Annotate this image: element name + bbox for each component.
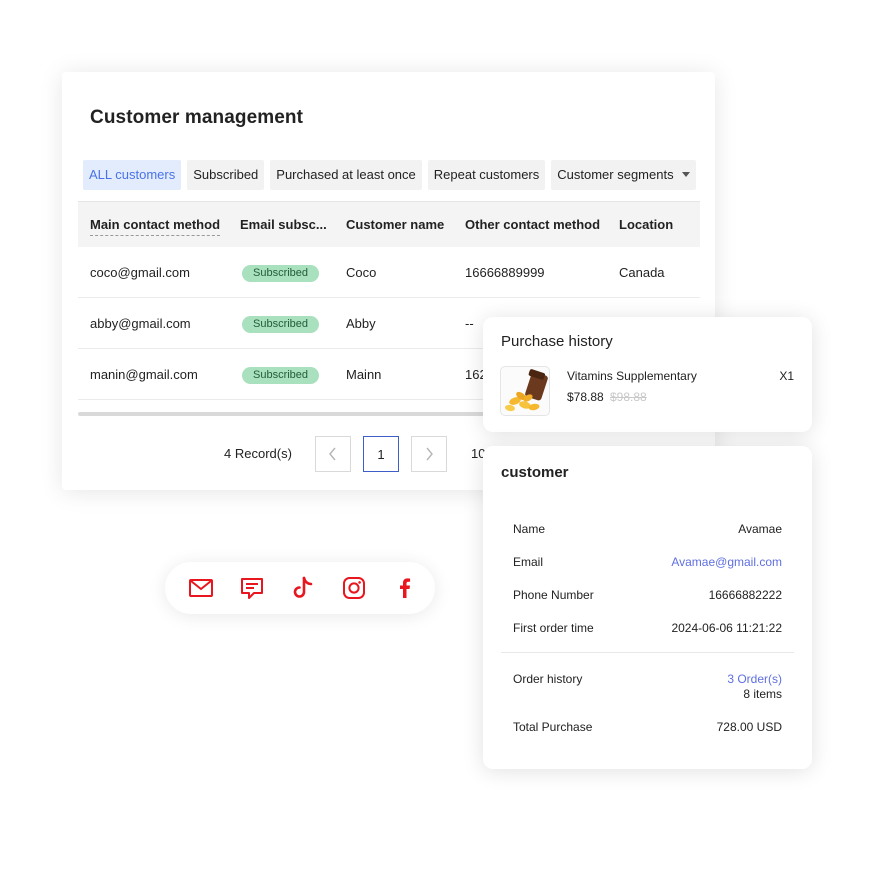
vitamin-bottle-image [505,369,548,412]
order-items-count: 8 items [743,687,782,701]
tab-subscribed[interactable]: Subscribed [187,160,265,190]
cell-contact: manin@gmail.com [90,367,198,382]
column-header-email-subscription: Email subsc... [240,217,327,232]
column-header-other-contact: Other contact method [465,217,601,232]
prev-page-button[interactable] [315,436,351,472]
status-badge: Subscribed [242,265,320,283]
total-purchase-value: 728.00 USD [716,720,782,734]
sms-icon[interactable] [239,575,265,601]
product-thumbnail [500,366,550,416]
column-header-main-contact-label: Main contact method [90,217,221,236]
phone-value: 16666882222 [708,588,782,602]
tiktok-icon[interactable] [290,575,316,601]
email-label: Email [513,555,544,569]
column-header-main-contact[interactable]: Main contact method [90,202,221,248]
email-icon[interactable] [188,575,214,601]
total-purchase-label: Total Purchase [513,720,593,734]
tab-repeat-customers[interactable]: Repeat customers [427,160,546,190]
customer-detail-card: customer Name Avamae Email Avamae@gmail.… [483,446,812,769]
caret-down-icon [681,172,690,178]
product-price: $78.88 [567,390,604,404]
cell-name: Mainn [346,367,382,382]
page-title: Customer management [90,107,304,128]
record-count: 4 Record(s) [224,446,292,461]
cell-contact: coco@gmail.com [90,265,190,280]
cell-subscription: Subscribed [242,247,320,298]
contact-channels-bar [165,562,435,614]
customer-filter-tabs: ALL customers Subscribed Purchased at le… [83,160,702,190]
tab-customer-segments-label: Customer segments [557,167,674,182]
cell-contact: abby@gmail.com [90,316,191,331]
cell-name: Abby [346,316,376,331]
product-original-price: $98.88 [610,390,647,404]
first-order-label: First order time [513,621,594,635]
product-name: Vitamins Supplementary [567,369,697,383]
cell-name: Coco [346,265,377,280]
tab-purchased-once[interactable]: Purchased at least once [270,160,422,190]
table-header: Main contact method Email subsc... Custo… [78,201,700,247]
column-header-location: Location [619,217,674,232]
instagram-icon[interactable] [341,575,367,601]
cell-other-contact: 16666889999 [465,265,545,280]
order-history-link[interactable]: 3 Order(s) [727,672,782,686]
first-order-value: 2024-06-06 11:21:22 [671,621,782,635]
table-row[interactable]: coco@gmail.com Subscribed Coco 166668899… [78,247,700,298]
next-page-button[interactable] [411,436,447,472]
purchase-history-title: Purchase history [501,333,613,350]
cell-location: Canada [619,265,665,280]
divider [501,652,794,653]
chevron-right-icon [426,447,433,461]
cell-other-contact: -- [465,316,474,331]
cell-subscription: Subscribed [242,298,320,349]
email-link[interactable]: Avamae@gmail.com [671,555,782,569]
tab-customer-segments-dropdown[interactable]: Customer segments [551,160,696,190]
purchase-history-card: Purchase history Vitamins Supplementary … [483,317,812,432]
order-history-label: Order history [513,672,583,686]
tab-all-customers[interactable]: ALL customers [83,160,182,190]
name-label: Name [513,522,546,536]
chevron-left-icon [329,447,336,461]
page-1-button[interactable]: 1 [363,436,399,472]
product-quantity: X1 [779,369,794,383]
column-header-customer-name: Customer name [346,217,445,232]
cell-subscription: Subscribed [242,349,320,400]
customer-card-title: customer [501,464,569,481]
facebook-icon[interactable] [392,575,418,601]
status-badge: Subscribed [242,367,320,385]
phone-label: Phone Number [513,588,594,602]
status-badge: Subscribed [242,316,320,334]
name-value: Avamae [738,522,782,536]
